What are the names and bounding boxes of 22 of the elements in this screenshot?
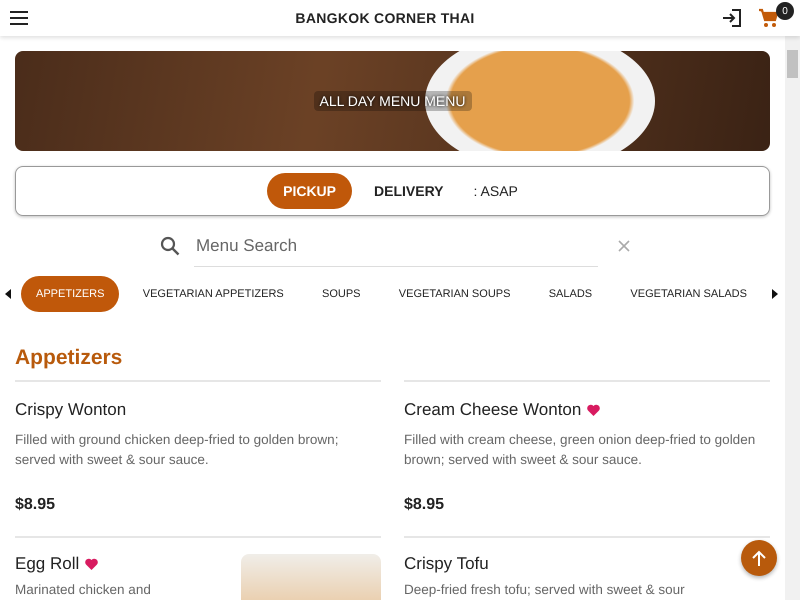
item-description: Deep-fried fresh tofu; served with sweet & sour [404,581,686,599]
category-tab[interactable]: SOUPS [307,276,376,312]
order-mode-tab[interactable]: DELIVERY [358,173,460,209]
item-name[interactable]: Cream Cheese Wonton [404,400,582,420]
category-tab[interactable]: APPETIZERS [21,276,120,312]
section-heading: Appetizers [15,346,381,382]
order-mode-tab[interactable]: PICKUP [267,173,352,209]
item-description: Marinated chicken and [15,581,152,599]
item-price: $8.95 [15,496,56,514]
category-tab[interactable]: SALADS [534,276,608,312]
restaurant-title: BANGKOK CORNER THAI [294,10,476,26]
order-time: : ASAP [474,183,518,199]
category-tab[interactable]: VEGETARIAN APPETIZERS [128,276,299,312]
cart-count-badge: 0 [776,2,794,20]
item-name[interactable]: Egg Roll [15,554,80,574]
item-description: Filled with ground chicken deep-fried to golden brown; served with sweet & sour sauce. [15,431,340,469]
item-price: $8.95 [404,496,446,514]
item-name[interactable]: Crispy Tofu [404,554,489,574]
category-tab[interactable]: VEGETARIAN SOUPS [384,276,526,312]
item-description: Filled with cream cheese, green onion deep-fried to golden brown; served with sweet & sour sauce. [404,431,756,469]
item-name[interactable]: Crispy Wonton [15,400,126,420]
category-tab[interactable]: VEGETARIAN SALADS [615,276,762,312]
